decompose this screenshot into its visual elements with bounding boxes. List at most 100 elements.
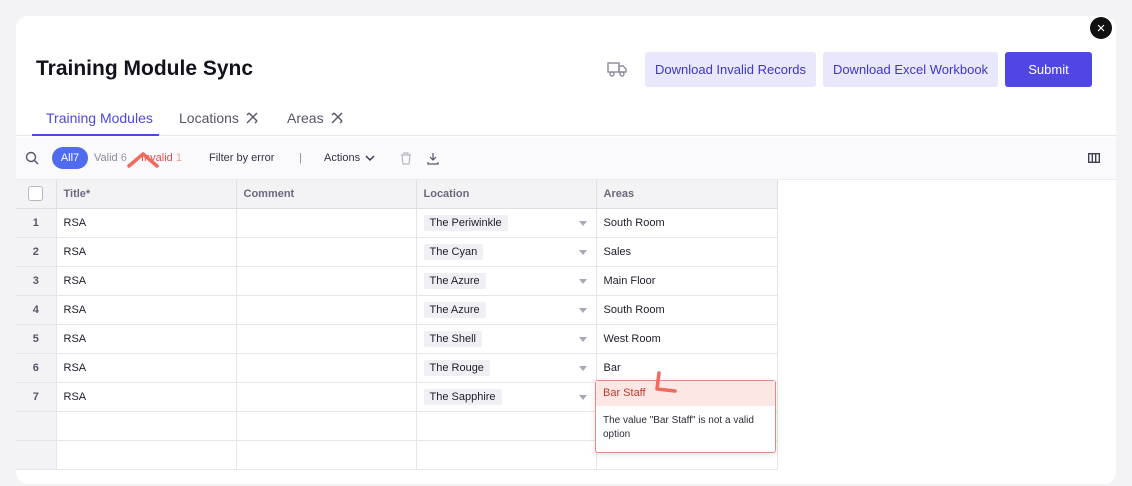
dropdown-caret-icon[interactable] xyxy=(578,394,587,400)
title-cell[interactable]: RSA xyxy=(56,266,237,296)
actions-dropdown[interactable]: Actions xyxy=(324,152,375,164)
toolbar-separator: | xyxy=(299,152,302,164)
filter-by-error-button[interactable]: Filter by error xyxy=(209,152,274,164)
comment-cell[interactable] xyxy=(236,324,417,354)
columns-icon[interactable] xyxy=(1088,153,1100,163)
annotation-arrow-icon xyxy=(127,152,159,168)
area-cell[interactable]: Sales xyxy=(596,237,778,267)
empty-cell[interactable] xyxy=(56,440,237,470)
title-cell[interactable]: RSA xyxy=(56,237,237,267)
comment-cell[interactable] xyxy=(236,208,417,238)
tab-label: Areas xyxy=(287,110,324,126)
dropdown-caret-icon[interactable] xyxy=(578,336,587,342)
title-cell[interactable]: RSA xyxy=(56,382,237,412)
grid-toolbar: All 7 Valid 6 Invalid 1 Filter by error |… xyxy=(16,137,1116,180)
location-chip: The Periwinkle xyxy=(423,214,508,231)
column-header-areas[interactable]: Areas xyxy=(596,180,778,209)
title-cell[interactable]: RSA xyxy=(56,208,237,238)
location-cell[interactable]: The Shell xyxy=(416,324,597,354)
comment-cell[interactable] xyxy=(236,237,417,267)
tab-locations[interactable]: Locations xyxy=(179,110,259,126)
comment-cell[interactable] xyxy=(236,382,417,412)
dropdown-caret-icon[interactable] xyxy=(578,365,587,371)
table-row: 2 RSA The Cyan Sales xyxy=(16,237,778,267)
table-row: 5 RSA The Shell West Room xyxy=(16,324,778,354)
title-cell[interactable]: RSA xyxy=(56,353,237,383)
location-cell[interactable]: The Cyan xyxy=(416,237,597,267)
validation-error-popup: Bar Staff The value "Bar Staff" is not a… xyxy=(595,380,776,453)
filter-valid[interactable]: Valid 6 xyxy=(94,152,127,164)
download-invalid-records-button[interactable]: Download Invalid Records xyxy=(645,52,816,87)
title-cell[interactable]: RSA xyxy=(56,295,237,325)
tab-label: Locations xyxy=(179,110,239,126)
column-header-title[interactable]: Title* xyxy=(56,180,237,209)
row-number xyxy=(16,411,57,441)
area-cell[interactable]: South Room xyxy=(596,208,778,238)
sync-modal: Training Module Sync Download Invalid Re… xyxy=(16,16,1116,484)
empty-cell[interactable] xyxy=(236,411,417,441)
chevron-down-icon xyxy=(365,155,375,161)
location-cell[interactable]: The Rouge xyxy=(416,353,597,383)
download-excel-workbook-button[interactable]: Download Excel Workbook xyxy=(823,52,998,87)
location-cell[interactable]: The Periwinkle xyxy=(416,208,597,238)
tools-icon xyxy=(331,112,343,124)
column-header-location[interactable]: Location xyxy=(416,180,597,209)
dropdown-caret-icon[interactable] xyxy=(578,220,587,226)
download-icon[interactable] xyxy=(427,152,439,165)
trash-icon[interactable] xyxy=(400,152,412,165)
tab-bar: Training Modules Locations Areas xyxy=(16,102,1116,136)
filter-valid-label: Valid xyxy=(94,152,118,164)
location-chip: The Shell xyxy=(423,330,482,347)
submit-button[interactable]: Submit xyxy=(1005,52,1092,87)
location-cell[interactable]: The Sapphire xyxy=(416,382,597,412)
location-chip: The Sapphire xyxy=(423,388,502,405)
comment-cell[interactable] xyxy=(236,295,417,325)
close-button[interactable]: × xyxy=(1090,17,1112,39)
active-tab-indicator xyxy=(32,134,159,136)
filter-all-pill[interactable]: All 7 xyxy=(52,147,88,169)
row-number: 1 xyxy=(16,208,57,238)
location-cell[interactable]: The Azure xyxy=(416,295,597,325)
comment-cell[interactable] xyxy=(236,266,417,296)
title-cell[interactable]: RSA xyxy=(56,324,237,354)
row-number xyxy=(16,440,57,470)
tab-training-modules[interactable]: Training Modules xyxy=(46,110,153,126)
invalid-cell-value[interactable]: Bar Staff xyxy=(596,381,775,406)
filter-invalid-count: 1 xyxy=(175,152,182,164)
location-chip: The Rouge xyxy=(423,359,490,376)
validation-error-message: The value "Bar Staff" is not a valid opt… xyxy=(603,415,754,440)
dropdown-caret-icon[interactable] xyxy=(578,249,587,255)
annotation-arrow-icon xyxy=(655,371,677,393)
area-cell[interactable]: Bar xyxy=(596,353,778,383)
empty-cell[interactable] xyxy=(56,411,237,441)
tab-areas[interactable]: Areas xyxy=(287,110,344,126)
dropdown-caret-icon[interactable] xyxy=(578,278,587,284)
location-chip: The Azure xyxy=(423,272,486,289)
close-icon: × xyxy=(1096,19,1106,37)
empty-cell[interactable] xyxy=(416,411,597,441)
table-row: 1 RSA The Periwinkle South Room xyxy=(16,208,778,238)
actions-label: Actions xyxy=(324,152,361,164)
filter-all-label: All xyxy=(60,152,74,164)
search-icon[interactable] xyxy=(25,151,39,165)
comment-cell[interactable] xyxy=(236,353,417,383)
area-cell[interactable]: South Room xyxy=(596,295,778,325)
row-number: 3 xyxy=(16,266,57,296)
filter-all-count: 7 xyxy=(73,152,80,164)
dropdown-caret-icon[interactable] xyxy=(578,307,587,313)
location-chip: The Cyan xyxy=(423,243,484,260)
table-row: 3 RSA The Azure Main Floor xyxy=(16,266,778,296)
column-header-comment[interactable]: Comment xyxy=(236,180,417,209)
table-row: 4 RSA The Azure South Room xyxy=(16,295,778,325)
tab-label: Training Modules xyxy=(46,110,153,126)
select-all-checkbox[interactable] xyxy=(28,186,44,202)
truck-icon[interactable] xyxy=(607,60,627,78)
row-number: 7 xyxy=(16,382,57,412)
location-cell[interactable]: The Azure xyxy=(416,266,597,296)
row-number: 2 xyxy=(16,237,57,267)
empty-cell[interactable] xyxy=(236,440,417,470)
area-cell[interactable]: West Room xyxy=(596,324,778,354)
empty-cell[interactable] xyxy=(416,440,597,470)
area-cell[interactable]: Main Floor xyxy=(596,266,778,296)
row-number: 6 xyxy=(16,353,57,383)
